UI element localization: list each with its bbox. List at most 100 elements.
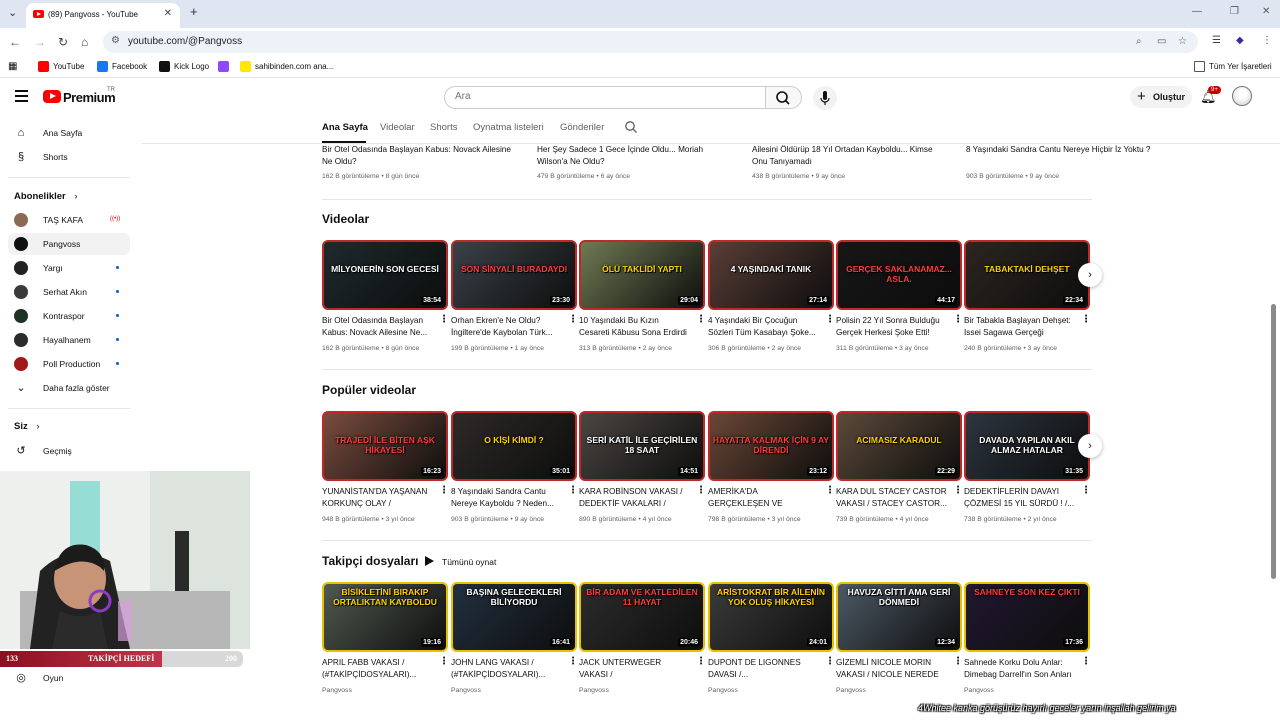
voice-search-button[interactable] [813, 86, 837, 110]
shelf-title[interactable]: Videolar [322, 212, 369, 226]
shelf-title[interactable]: Popüler videolar [322, 383, 416, 397]
sidebar-subscription[interactable]: Pangvoss [8, 233, 130, 255]
video-options-icon[interactable]: ⋮ [696, 314, 706, 325]
site-info-icon[interactable]: ⚙ [111, 35, 120, 46]
new-tab-icon[interactable]: + [190, 4, 198, 19]
video-thumbnail[interactable]: DAVADA YAPILAN AKIL ALMAZ HATALAR 31:35 [964, 411, 1090, 481]
sidebar-item-game[interactable]: ◎ Oyun [8, 667, 130, 689]
apps-grid-icon[interactable]: ▦ [8, 61, 17, 73]
video-thumbnail[interactable]: HAVUZA GİTTİ AMA GERİ DÖNMEDİ 12:34 [836, 582, 962, 652]
reload-icon[interactable]: ↻ [58, 35, 68, 49]
channel-tab[interactable]: Gönderiler [560, 122, 604, 133]
channel-search-icon[interactable] [624, 120, 638, 137]
video-options-icon[interactable]: ⋮ [1081, 485, 1091, 496]
channel-tab[interactable]: Ana Sayfa [322, 122, 368, 133]
video-title[interactable]: Polisin 22 Yıl Sonra Bulduğu Gerçek Herk… [836, 315, 948, 339]
sidebar-item-history[interactable]: ↺ Geçmiş [8, 440, 130, 462]
shelf-next-arrow-icon[interactable]: › [1078, 263, 1102, 287]
video-title[interactable]: Sahnede Korku Dolu Anlar: Dimebag Darrel… [964, 657, 1076, 681]
browser-menu-icon[interactable]: ⋮ [1262, 35, 1272, 46]
bookmark-star-icon[interactable]: ☆ [1178, 36, 1187, 47]
video-title[interactable]: GİZEMLİ NICOLE MORIN VAKASI / NICOLE NER… [836, 657, 948, 681]
sidebar-show-more[interactable]: ⌄ Daha fazla göster [8, 377, 130, 399]
address-bar[interactable]: ⚙ youtube.com/@Pangvoss ⌕ ▭ ☆ [103, 31, 1198, 53]
menu-hamburger-icon[interactable] [15, 90, 28, 102]
video-title[interactable]: Her Şey Sadece 1 Gece İçinde Oldu... Mor… [537, 144, 732, 168]
video-options-icon[interactable]: ⋮ [825, 485, 835, 496]
video-thumbnail[interactable]: BİSİKLETİNİ BIRAKIP ORTALIKTAN KAYBOLDU 1… [322, 582, 448, 652]
channel-tab[interactable]: Oynatma listeleri [473, 122, 544, 133]
video-options-icon[interactable]: ⋮ [825, 656, 835, 667]
browser-tab[interactable]: (89) Pangvoss - YouTube ✕ [26, 3, 180, 28]
restore-icon[interactable]: ❐ [1230, 6, 1239, 17]
video-thumbnail[interactable]: HAYATTA KALMAK İÇİN 9 AY DİRENDİ 23:12 [708, 411, 834, 481]
video-options-icon[interactable]: ⋮ [1081, 314, 1091, 325]
video-title[interactable]: Ailesini Öldürüp 18 Yıl Ortadan Kayboldu… [752, 144, 947, 168]
video-options-icon[interactable]: ⋮ [1081, 656, 1091, 667]
video-thumbnail[interactable]: ÖLÜ TAKLİDİ YAPTI 29:04 [579, 240, 705, 310]
video-title[interactable]: AMERİKA'DA GERÇEKLEŞEN VE FİLMLERİ ARATM… [708, 486, 820, 510]
video-thumbnail[interactable]: SAHNEYE SON KEZ ÇIKTI 17:36 [964, 582, 1090, 652]
video-options-icon[interactable]: ⋮ [953, 656, 963, 667]
you-heading[interactable]: Siz › [14, 421, 40, 432]
sidebar-subscription[interactable]: Serhat Akın [8, 281, 130, 303]
channel-tab[interactable]: Videolar [380, 122, 415, 133]
video-title[interactable]: Bir Otel Odasında Başlayan Kabus: Novack… [322, 315, 434, 339]
video-title[interactable]: Orhan Ekren'e Ne Oldu? İngiltere'de Kayb… [451, 315, 563, 339]
create-button[interactable]: + Oluştur [1130, 86, 1192, 108]
video-title[interactable]: Bir Otel Odasında Başlayan Kabus: Novack… [322, 144, 517, 168]
video-title[interactable]: 8 Yaşındaki Sandra Cantu Nereye Kayboldu… [451, 486, 563, 510]
video-options-icon[interactable]: ⋮ [568, 314, 578, 325]
video-options-icon[interactable]: ⋮ [953, 314, 963, 325]
close-window-icon[interactable]: ✕ [1262, 6, 1270, 17]
video-thumbnail[interactable]: ARİSTOKRAT BİR AİLENİN YOK OLUŞ HİKAYESİ… [708, 582, 834, 652]
video-thumbnail[interactable]: TABAKTAKİ DEHŞET 22:34 [964, 240, 1090, 310]
video-options-icon[interactable]: ⋮ [439, 314, 449, 325]
video-title[interactable]: KARA DUL STACEY CASTOR VAKASI / STACEY C… [836, 486, 948, 510]
video-title[interactable]: 10 Yaşındaki Bu Kızın Cesareti Kâbusu So… [579, 315, 691, 339]
home-button-icon[interactable]: ⌂ [81, 35, 88, 49]
video-thumbnail[interactable]: SON SİNYALİ BURADAYDI 23:30 [451, 240, 577, 310]
video-title[interactable]: Bir Tabakla Başlayan Dehşet: Issei Sagaw… [964, 315, 1076, 339]
forward-icon[interactable]: → [34, 35, 46, 49]
search-button[interactable] [766, 86, 802, 109]
video-thumbnail[interactable]: ACIMASIZ KARADUL 22:29 [836, 411, 962, 481]
zoom-icon[interactable]: ⌕ [1136, 36, 1142, 47]
subscriptions-heading[interactable]: Abonelikler › [14, 191, 78, 202]
channel-tab[interactable]: Shorts [430, 122, 457, 133]
shelf-next-arrow-icon[interactable]: › [1078, 434, 1102, 458]
video-options-icon[interactable]: ⋮ [439, 656, 449, 667]
video-title[interactable]: JACK UNTERWEGER VAKASI / (#TAKİPÇİDOSYAL… [579, 657, 691, 681]
video-thumbnail[interactable]: MİLYONERİN SON GECESİ 38:54 [322, 240, 448, 310]
sidebar-subscription[interactable]: Yargı [8, 257, 130, 279]
sidebar-subscription[interactable]: Hayalhanem [8, 329, 130, 351]
video-options-icon[interactable]: ⋮ [568, 656, 578, 667]
page-scrollbar[interactable] [1271, 304, 1276, 579]
video-options-icon[interactable]: ⋮ [696, 656, 706, 667]
sidebar-item-shorts[interactable]: § Shorts [8, 146, 130, 168]
video-options-icon[interactable]: ⋮ [439, 485, 449, 496]
video-thumbnail[interactable]: BİR ADAM VE KATLEDİLEN 11 HAYAT 20:46 [579, 582, 705, 652]
sidebar-subscription[interactable]: Kontraspor [8, 305, 130, 327]
video-title[interactable]: 4 Yaşındaki Bir Çocuğun Sözleri Tüm Kasa… [708, 315, 820, 339]
tab-search-chevron-icon[interactable]: ⌄ [8, 6, 17, 19]
video-title[interactable]: JOHN LANG VAKASI / (#TAKİPÇİDOSYALARI)..… [451, 657, 563, 681]
sidebar-subscription[interactable]: Poll Production [8, 353, 130, 375]
sidebar-item-home[interactable]: ⌂ Ana Sayfa [8, 122, 130, 144]
video-title[interactable]: DUPONT DE LIGONNES DAVASI /... [708, 657, 820, 681]
search-input[interactable] [455, 91, 755, 102]
video-title[interactable]: 8 Yaşındaki Sandra Cantu Nereye Hiçbir İ… [966, 144, 1161, 168]
media-control-icon[interactable]: ☰ [1212, 35, 1221, 46]
video-thumbnail[interactable]: O KİŞİ KİMDİ ? 35:01 [451, 411, 577, 481]
back-icon[interactable]: ← [9, 35, 21, 49]
video-title[interactable]: KARA ROBİNSON VAKASI / DEDEKTİF VAKALARI… [579, 486, 691, 510]
video-options-icon[interactable]: ⋮ [696, 485, 706, 496]
video-title[interactable]: DEDEKTİFLERİN DAVAYI ÇÖZMESİ 15 YIL SÜRD… [964, 486, 1076, 510]
shelf-title[interactable]: Takipçi dosyaları [322, 554, 419, 568]
video-options-icon[interactable]: ⋮ [568, 485, 578, 496]
sidebar-subscription[interactable]: TAŞ KAFA ((•)) [8, 209, 130, 231]
video-options-icon[interactable]: ⋮ [825, 314, 835, 325]
video-thumbnail[interactable]: SERİ KATİL İLE GEÇİRİLEN 18 SAAT 14:51 [579, 411, 705, 481]
minimize-icon[interactable]: — [1192, 6, 1202, 17]
video-thumbnail[interactable]: TRAJEDİ İLE BİTEN AŞK HİKAYESİ 16:23 [322, 411, 448, 481]
